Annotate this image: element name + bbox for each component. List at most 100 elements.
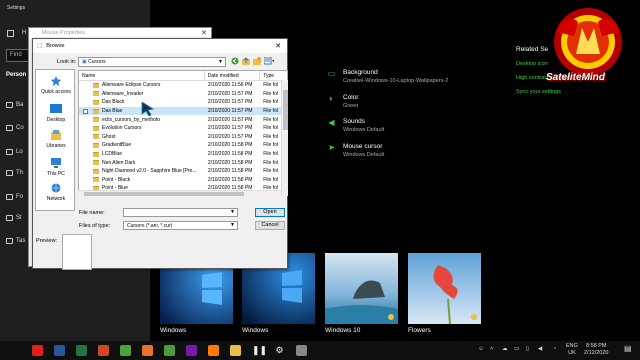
file-row[interactable]: Alienware_Invader 2/10/2020 11:57 PM File … [79, 90, 287, 99]
sidebar-item-taskbar[interactable]: Tas [6, 236, 28, 246]
file-row[interactable]: eclis_cursors_by_methoto 2/10/2020 11:57 … [79, 115, 287, 124]
file-date: 2/10/2020 11:57 PM [207, 116, 253, 123]
sidebar-item-fonts[interactable]: Fo [6, 192, 28, 202]
file-name: GradientBlue [102, 142, 132, 149]
places-bar: Quick access Desktop Libraries This PC N… [35, 69, 75, 211]
file-name: Alienware_Invader [102, 90, 144, 97]
chevron-down-icon[interactable]: ▼ [218, 59, 223, 65]
file-name-cell: LCDBlue [79, 151, 205, 157]
theme-background[interactable]: ▭ Background Creative-Windows-10-Laptop-W… [327, 69, 449, 84]
language-indicator[interactable]: ENG UK [566, 343, 578, 357]
file-row[interactable]: GradientBlue 2/10/2020 11:58 PM File fol [79, 141, 287, 150]
file-row[interactable]: Point - Black 2/10/2020 11:58 PM File fol [79, 176, 287, 185]
place-label: This PC [47, 171, 65, 177]
theme-thumb-windows-10[interactable] [325, 253, 398, 324]
column-name[interactable]: Name [79, 71, 205, 81]
theme-label: Windows [242, 327, 269, 334]
close-icon[interactable]: ✕ [201, 29, 207, 37]
vertical-scrollbar[interactable] [281, 80, 288, 196]
file-row[interactable]: Das Blue 2/10/2020 11:57 PM File fol [79, 106, 287, 116]
network-icon [50, 183, 62, 193]
folder-icon[interactable] [230, 345, 241, 356]
up-folder-icon[interactable] [242, 57, 250, 65]
battery-icon[interactable]: ▯ [526, 346, 529, 352]
view-menu-icon[interactable] [263, 56, 275, 65]
file-name: Ghost [102, 133, 116, 140]
home-icon[interactable] [7, 30, 14, 37]
find-setting-input[interactable]: Find [6, 49, 30, 62]
pause-icon[interactable]: ❚❚ [252, 345, 267, 356]
file-row[interactable]: Das Black 2/10/2020 11:57 PM File fol [79, 98, 287, 107]
scroll-thumb[interactable] [283, 90, 288, 130]
back-icon[interactable] [231, 57, 239, 65]
sync-settings-link[interactable]: Sync your settings [516, 89, 616, 95]
new-folder-icon[interactable] [253, 57, 261, 65]
sidebar-item-start[interactable]: St [6, 213, 28, 223]
file-date: 2/10/2020 11:57 PM [207, 90, 253, 97]
scroll-thumb[interactable] [84, 192, 244, 196]
place-network[interactable]: Network [36, 183, 76, 202]
snagit-icon[interactable] [142, 345, 153, 356]
cancel-button[interactable]: Cancel [255, 221, 285, 230]
sidebar-item-background[interactable]: Ba [6, 100, 28, 110]
sidebar-item-lock-screen[interactable]: Lo [6, 147, 28, 157]
place-libraries[interactable]: Libraries [36, 130, 76, 149]
folder-icon [93, 168, 99, 174]
horizontal-scrollbar[interactable] [78, 190, 281, 196]
chevron-down-icon[interactable]: ▼ [230, 209, 235, 215]
theme-sounds[interactable]: ◀ Sounds Windows Default [327, 118, 384, 133]
theme-color[interactable]: ◐ Color Green [327, 94, 358, 109]
sidebar-item-themes[interactable]: Th [6, 168, 28, 178]
clock[interactable]: 8:58 PM 2/12/2020 [584, 343, 608, 357]
place-label: Network [46, 196, 66, 202]
theme-item-title: Mouse cursor [343, 143, 383, 150]
place-desktop[interactable]: Desktop [36, 104, 76, 123]
file-row[interactable]: Evolution Cursors 2/10/2020 11:57 PM File … [79, 124, 287, 133]
powerpoint-icon[interactable] [98, 345, 109, 356]
settings-icon[interactable]: ⚙ [274, 345, 285, 356]
onenote-icon[interactable] [186, 345, 197, 356]
notification-icon[interactable]: ▤ [624, 344, 632, 353]
chevron-down-icon[interactable]: ▼ [230, 222, 235, 228]
camtasia-icon[interactable] [164, 345, 175, 356]
file-row[interactable]: Night Diamond v2.0 - Sapphire Blue [Pre.… [79, 167, 287, 176]
file-name-input[interactable] [123, 208, 238, 217]
file-row[interactable]: Ghost 2/10/2020 11:57 PM File fol [79, 133, 287, 142]
theme-item-title: Sounds [343, 118, 366, 125]
chevron-up-icon[interactable]: ˄ [490, 346, 493, 352]
file-row[interactable]: LCDBlue 2/10/2020 11:58 PM File fol [79, 150, 287, 159]
row-checkbox[interactable] [83, 108, 88, 114]
person-icon[interactable]: ☺ [478, 346, 484, 352]
monitor-icon [6, 149, 13, 155]
file-row[interactable]: Neo Alien Dark 2/10/2020 11:58 PM File fol [79, 158, 287, 167]
word-icon[interactable] [54, 345, 65, 356]
column-type[interactable]: Type [260, 71, 287, 81]
place-this-pc[interactable]: This PC [36, 158, 76, 177]
folder-icon [93, 160, 99, 166]
sidebar-item-colors[interactable]: Co [6, 123, 28, 133]
open-button[interactable]: Open [255, 208, 285, 217]
network-icon[interactable]: ▭ [514, 346, 519, 352]
file-row[interactable]: Alienware Eclipse Cursors 2/10/2020 11:56… [79, 81, 287, 90]
illustrator-icon[interactable] [208, 345, 219, 356]
cloud-icon[interactable]: ☁ [502, 346, 508, 352]
close-icon[interactable]: ✕ [275, 42, 281, 50]
wifi-icon[interactable]: ◔ [553, 346, 556, 352]
folder-icon [93, 108, 99, 114]
utorrent-icon[interactable] [120, 345, 131, 356]
excel-icon[interactable] [76, 345, 87, 356]
file-date: 2/10/2020 11:57 PM [207, 108, 253, 115]
mouse-icon[interactable] [296, 345, 307, 356]
files-of-type-select[interactable]: Cursors (*.ani, *.cur) [123, 221, 238, 230]
theme-thumb-flowers[interactable] [408, 253, 481, 325]
opera-icon[interactable] [32, 345, 43, 356]
palette-icon: ◐ [329, 94, 334, 103]
home-label[interactable]: H [22, 30, 26, 36]
start-icon [6, 215, 13, 221]
file-date: 2/10/2020 11:58 PM [207, 176, 253, 183]
place-quick-access[interactable]: Quick access [36, 76, 76, 95]
look-in-dropdown[interactable]: ▣ Cursors ▼ [78, 57, 226, 67]
volume-icon[interactable]: ◀ [538, 346, 542, 352]
column-date-modified[interactable]: Date modified [205, 71, 261, 81]
theme-mouse-cursor[interactable]: ➤ Mouse cursor Windows Default [327, 143, 384, 158]
